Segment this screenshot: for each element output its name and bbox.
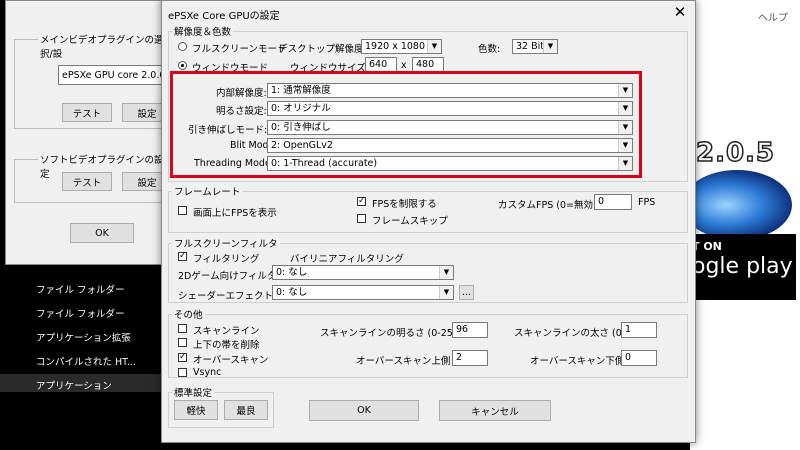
remove-bands-checkbox[interactable] xyxy=(178,338,187,347)
chevron-down-icon: ▼ xyxy=(439,286,453,299)
close-icon[interactable]: ✕ xyxy=(667,2,693,22)
scanline-brightness-label: スキャンラインの明るさ (0-255) xyxy=(320,328,463,339)
file-type-label[interactable]: ファイル フォルダー xyxy=(36,282,125,296)
custom-fps-label: カスタムFPS (0=無効) xyxy=(498,200,597,211)
cancel-button[interactable]: キャンセル xyxy=(439,400,551,421)
window-mode-radio[interactable] xyxy=(178,61,187,70)
chevron-down-icon: ▼ xyxy=(543,40,557,53)
resolution-group-title: 解像度＆色数 xyxy=(172,24,234,38)
filtering-checkbox[interactable]: ✓ xyxy=(178,252,187,261)
shader-browse-button[interactable]: ... xyxy=(459,285,474,300)
fullscreen-radio[interactable] xyxy=(178,42,187,51)
highlight-annotation xyxy=(170,71,642,178)
promo-banner: 2.0.5 T ON ogle play xyxy=(692,110,796,302)
ok-button[interactable]: OK xyxy=(309,400,419,421)
file-type-label[interactable]: アプリケーション拡張 xyxy=(36,330,131,344)
soft-test-button[interactable]: テスト xyxy=(62,172,112,191)
filtering-label: フィルタリング xyxy=(193,254,260,265)
preset-fast-button[interactable]: 軽快 xyxy=(174,400,218,420)
video-plugin-select[interactable]: ePSXe GPU core 2.0.0. xyxy=(58,65,178,85)
promo-logo-icon xyxy=(692,170,792,240)
custom-fps-input[interactable]: 0 xyxy=(594,194,632,210)
chevron-down-icon: ▼ xyxy=(439,266,453,279)
gpu-settings-dialog: ePSXe Core GPUの設定 ✕ 解像度＆色数 フルスクリーンモード デス… xyxy=(161,0,696,443)
scanline-width-label: スキャンラインの太さ (0-8) xyxy=(514,328,635,339)
help-menu[interactable]: ヘルプ xyxy=(758,9,788,24)
desktop-res-select[interactable]: 1920 x 1080 ▼ xyxy=(361,39,442,54)
vsync-checkbox[interactable] xyxy=(178,368,187,377)
scanline-brightness-input[interactable]: 96 xyxy=(452,322,488,338)
show-fps-label: 画面上にFPSを表示 xyxy=(193,208,277,219)
file-type-label[interactable]: コンパイルされた HT... xyxy=(36,354,136,368)
promo-version: 2.0.5 xyxy=(695,137,776,169)
desktop-res-label: デスクトップ解像度: xyxy=(278,44,367,55)
overscan-top-label: オーバースキャン上側 xyxy=(356,356,451,367)
shader-effect-select[interactable]: 0: なし ▼ xyxy=(272,285,454,300)
frame-skip-checkbox[interactable] xyxy=(357,214,366,223)
game2d-filter-select[interactable]: 0: なし ▼ xyxy=(272,265,454,280)
limit-fps-checkbox[interactable]: ✓ xyxy=(357,197,366,206)
show-fps-checkbox[interactable] xyxy=(178,206,187,215)
bg-ok-button[interactable]: OK xyxy=(70,223,134,243)
presets-group-title: 標準設定 xyxy=(172,385,215,399)
file-type-label[interactable]: ファイル フォルダー xyxy=(36,306,125,320)
game2d-filter-value: 0: なし xyxy=(276,267,308,278)
google-play-text: ogle play xyxy=(692,254,793,279)
overscan-bottom-label: オーバースキャン下側 xyxy=(530,356,625,367)
overscan-checkbox[interactable]: ✓ xyxy=(178,353,187,362)
video-test-button[interactable]: テスト xyxy=(62,103,112,122)
overscan-top-input[interactable]: 2 xyxy=(452,350,488,366)
game2d-filter-label: 2Dゲーム向けフィルタ xyxy=(178,271,277,282)
filter-group-title: フルスクリーンフィルタ xyxy=(172,236,280,250)
other-group-title: その他 xyxy=(172,307,205,321)
color-depth-select[interactable]: 32 Bit ▼ xyxy=(512,39,558,54)
get-it-on-text: T ON xyxy=(692,240,722,253)
framerate-group-title: フレームレート xyxy=(172,184,243,198)
shader-effect-value: 0: なし xyxy=(276,287,308,298)
vsync-label: Vsync xyxy=(193,367,222,378)
size-separator: x xyxy=(401,60,407,71)
scanline-width-input[interactable]: 1 xyxy=(621,322,657,338)
google-play-badge[interactable]: T ON ogle play xyxy=(692,234,796,300)
color-depth-value: 32 Bit xyxy=(516,41,544,52)
color-depth-label: 色数: xyxy=(478,44,501,55)
bilinear-label: バイリニアフィルタリング xyxy=(290,254,404,265)
preset-best-button[interactable]: 最良 xyxy=(224,400,268,420)
remove-bands-label: 上下の帯を削除 xyxy=(193,340,260,351)
scanline-checkbox[interactable] xyxy=(178,324,187,333)
frame-skip-label: フレームスキップ xyxy=(372,216,448,227)
overscan-label: オーバースキャン xyxy=(193,355,269,366)
scanline-label: スキャンライン xyxy=(193,326,260,337)
background-plugin-dialog: メインビデオプラグインの選択/設 ePSXe GPU core 2.0.0. テ… xyxy=(5,0,184,265)
video-plugin-group-title: メインビデオプラグインの選択/設 xyxy=(38,32,169,60)
overscan-bottom-input[interactable]: 0 xyxy=(621,350,657,366)
desktop-res-value: 1920 x 1080 xyxy=(365,41,426,52)
chevron-down-icon: ▼ xyxy=(427,40,441,53)
file-type-label[interactable]: アプリケーション xyxy=(36,378,112,392)
shader-effect-label: シェーダーエフェクト: xyxy=(178,291,277,302)
fullscreen-label: フルスクリーンモード xyxy=(192,44,287,55)
limit-fps-label: FPSを制限する xyxy=(372,199,437,210)
dialog-title: ePSXe Core GPUの設定 xyxy=(168,11,280,22)
fps-unit-label: FPS xyxy=(638,197,656,208)
